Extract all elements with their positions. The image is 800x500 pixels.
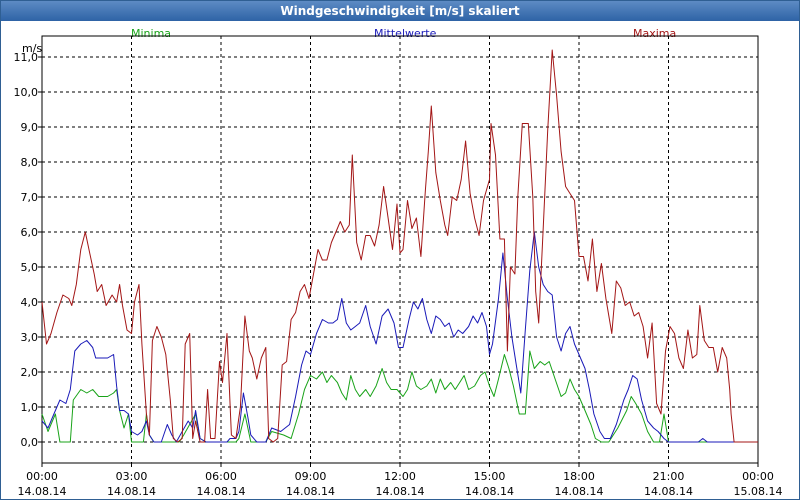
y-tick-label: 4,0 bbox=[21, 296, 39, 309]
y-axis: m/s 0,01,02,03,04,05,06,07,08,09,010,011… bbox=[14, 42, 43, 449]
x-tick-time: 00:00 bbox=[742, 470, 774, 483]
x-tick-time: 18:00 bbox=[563, 470, 595, 483]
x-tick-time: 09:00 bbox=[295, 470, 327, 483]
x-tick-date: 14.08.14 bbox=[644, 485, 693, 498]
x-tick-date: 14.08.14 bbox=[376, 485, 425, 498]
line-chart: m/s 0,01,02,03,04,05,06,07,08,09,010,011… bbox=[14, 35, 783, 498]
x-tick-time: 06:00 bbox=[205, 470, 237, 483]
y-tick-label: 2,0 bbox=[21, 366, 39, 379]
x-tick-time: 15:00 bbox=[474, 470, 506, 483]
chart-window: Windgeschwindigkeit [m/s] skaliert Minim… bbox=[0, 0, 800, 500]
y-tick-label: 11,0 bbox=[14, 51, 39, 64]
y-tick-label: 6,0 bbox=[21, 226, 39, 239]
x-tick-date: 14.08.14 bbox=[197, 485, 246, 498]
y-tick-label: 8,0 bbox=[21, 156, 39, 169]
x-tick-date: 14.08.14 bbox=[18, 485, 67, 498]
x-tick-date: 15.08.14 bbox=[734, 485, 783, 498]
y-tick-label: 9,0 bbox=[21, 121, 39, 134]
x-tick-date: 14.08.14 bbox=[465, 485, 514, 498]
x-tick-time: 00:00 bbox=[26, 470, 58, 483]
y-tick-label: 7,0 bbox=[21, 191, 39, 204]
y-tick-label: 3,0 bbox=[21, 331, 39, 344]
x-tick-date: 14.08.14 bbox=[107, 485, 156, 498]
x-tick-date: 14.08.14 bbox=[286, 485, 335, 498]
y-tick-label: 1,0 bbox=[21, 401, 39, 414]
y-tick-label: 10,0 bbox=[14, 86, 39, 99]
x-tick-time: 21:00 bbox=[653, 470, 685, 483]
y-tick-label: 5,0 bbox=[21, 261, 39, 274]
x-tick-time: 12:00 bbox=[384, 470, 416, 483]
x-axis: 00:00 14.08.14 03:00 14.08.14 06:00 14.08.14 0… bbox=[18, 463, 783, 498]
y-tick-label: 0,0 bbox=[21, 436, 39, 449]
x-tick-date: 14.08.14 bbox=[555, 485, 604, 498]
x-tick-time: 03:00 bbox=[116, 470, 148, 483]
